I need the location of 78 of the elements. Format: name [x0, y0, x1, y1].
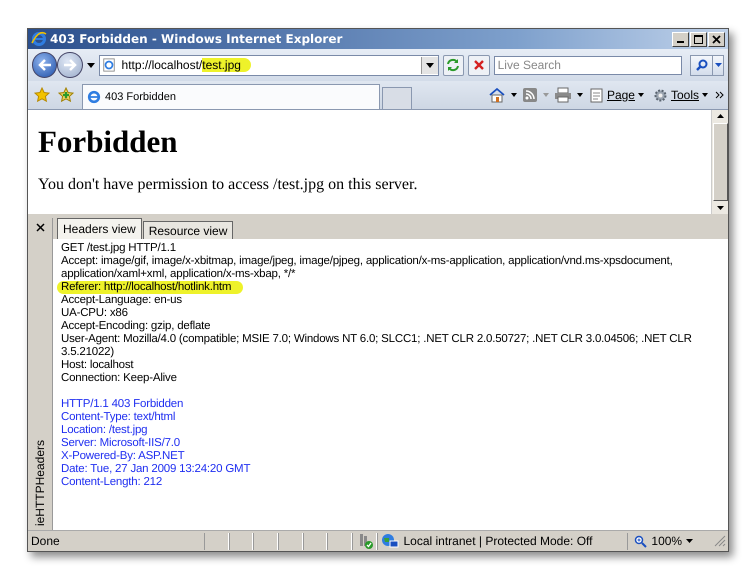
status-pane: [228, 532, 254, 550]
minimize-button[interactable]: [672, 32, 689, 46]
view-tab[interactable]: Headers view: [57, 218, 142, 239]
zoom-icon: [634, 534, 648, 548]
stop-icon: [472, 59, 485, 71]
header-line: Host: localhost: [61, 359, 134, 372]
pane-title: ieHTTPHeaders: [33, 440, 47, 526]
down-arrow-icon: [716, 206, 724, 210]
header-line: Location: /test.jpg: [61, 424, 148, 437]
status-pane: [302, 532, 328, 550]
home-icon[interactable]: [488, 87, 506, 103]
printer-icon[interactable]: [554, 87, 572, 103]
globe-icon: [381, 533, 400, 549]
caret-icon: [638, 93, 644, 97]
resize-grip-icon[interactable]: [714, 535, 726, 547]
forward-button[interactable]: [57, 52, 83, 78]
caret-icon[interactable]: [576, 93, 583, 97]
up-arrow-icon: [716, 114, 724, 118]
maximize-button[interactable]: [690, 32, 707, 46]
browser-logo-icon: [87, 90, 101, 104]
zoom-button[interactable]: 100%: [627, 532, 714, 550]
star-icon[interactable]: [34, 87, 50, 103]
caret-icon: [686, 539, 694, 543]
caret-icon[interactable]: [510, 93, 517, 97]
back-arrow-icon: [38, 59, 52, 71]
search-options-button[interactable]: [712, 54, 724, 76]
page-icon: [102, 58, 116, 72]
feed-icon[interactable]: [522, 87, 538, 103]
command-menu-button[interactable]: Tools: [650, 88, 710, 102]
header-line: Accept: image/gif, image/x-xbitmap, image/jpeg, image/pjpeg, application/x-ms-application, application/vnd.ms-xpsdocument, application/xaml+xml, application/x-ms-xbap, */*: [61, 255, 674, 281]
minimize-icon: [677, 40, 684, 42]
caret-icon: [702, 93, 708, 97]
header-line: Server: Microsoft-IIS/7.0: [61, 437, 181, 450]
page-icon: [590, 88, 604, 102]
header-line: Referer: http://localhost/hotlink.htm: [57, 281, 244, 294]
maximize-icon: [694, 34, 703, 44]
caret-icon[interactable]: [86, 62, 95, 68]
browser-logo-icon: [31, 31, 47, 47]
status-pane: [204, 532, 229, 550]
header-line: UA-CPU: x86: [61, 307, 129, 320]
stop-button[interactable]: [468, 54, 490, 76]
close-icon: [36, 222, 44, 232]
search-icon: [696, 59, 708, 71]
header-line: Content-Type: text/html: [61, 411, 176, 424]
close-button[interactable]: [708, 32, 725, 46]
search-field[interactable]: Live Search: [494, 56, 682, 74]
close-icon: [712, 34, 721, 44]
gear-icon: [652, 88, 668, 102]
command-menu-button[interactable]: Page: [588, 88, 646, 102]
header-line: Accept-Language: en-us: [61, 294, 183, 307]
dropdown-button[interactable]: [420, 56, 438, 74]
header-line: HTTP/1.1 403 Forbidden: [61, 398, 184, 411]
view-tab[interactable]: Resource view: [142, 221, 234, 239]
browser-tab[interactable]: 403 Forbidden: [82, 84, 380, 109]
header-line: Content-Length: 212: [61, 476, 164, 489]
page-heading: Forbidden: [38, 124, 179, 160]
scroll-bar[interactable]: [711, 110, 728, 214]
header-line: Accept-Encoding: gzip, deflate: [61, 320, 212, 333]
header-line: Connection: Keep-Alive: [61, 372, 178, 385]
caret-icon: [714, 63, 722, 67]
security-zone-text: Local intranet | Protected Mode: Off: [403, 534, 592, 548]
forward-arrow-icon: [63, 59, 78, 71]
caret-icon: [426, 62, 434, 68]
status-pane: [253, 532, 278, 550]
add-favorite-icon[interactable]: [58, 87, 74, 103]
search-button[interactable]: [690, 54, 714, 76]
window-title: 403 Forbidden - Windows Internet Explorer: [50, 32, 344, 46]
chevron-icon[interactable]: [715, 91, 724, 99]
header-line: X-Powered-By: ASP.NET: [61, 450, 186, 463]
header-line: User-Agent: Mozilla/4.0 (compatible; MSIE 7.0; Windows NT 6.0; SLCC1; .NET CLR 2.0.50727; .NET CLR 3.0.04506; .NET CLR 3.5.21022): [61, 333, 693, 359]
header-line: Date: Tue, 27 Jan 2009 13:24:20 GMT: [61, 463, 252, 476]
back-button[interactable]: [32, 52, 58, 78]
status-text: Done: [30, 534, 61, 548]
header-line: GET /test.jpg HTTP/1.1: [61, 242, 177, 255]
refresh-button[interactable]: [442, 54, 464, 76]
status-pane: [278, 532, 303, 550]
error-message: You don't have permission to access /test.jpg on this server.: [38, 176, 418, 194]
refresh-icon: [446, 58, 460, 72]
